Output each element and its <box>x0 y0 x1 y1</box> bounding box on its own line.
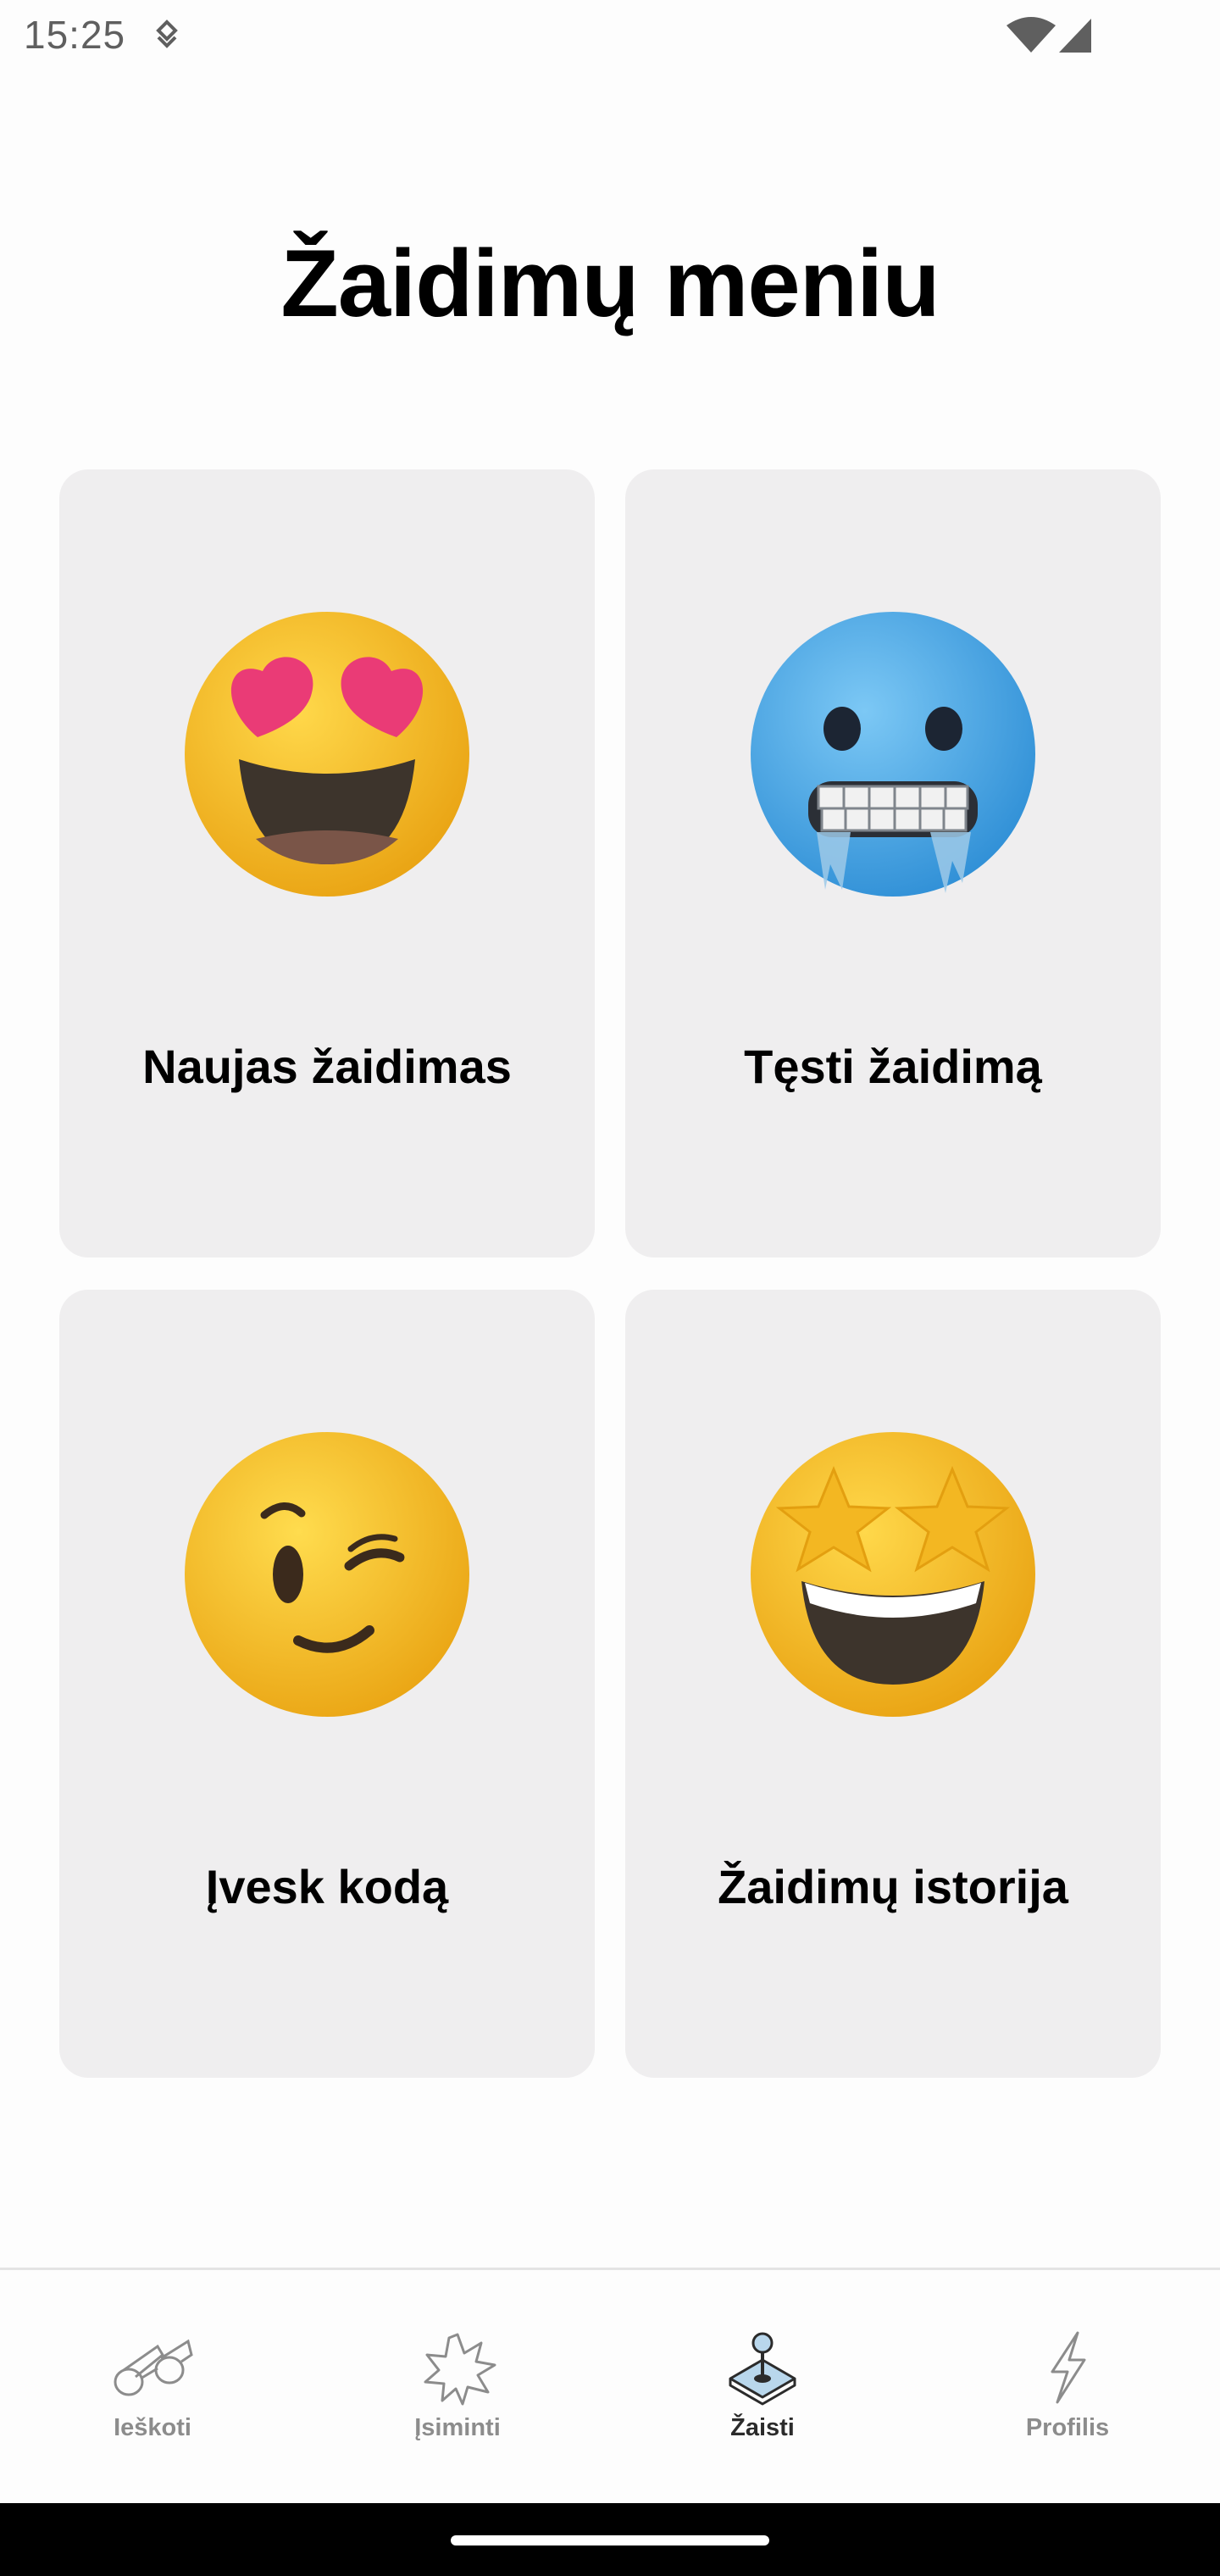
binoculars-icon <box>114 2339 193 2396</box>
winking-face-emoji-icon <box>185 1432 469 1717</box>
nav-label-play: Žaisti <box>730 2414 795 2441</box>
joystick-icon <box>729 2332 796 2406</box>
nav-label-remember: Įsiminti <box>414 2414 501 2441</box>
card-label-game-history: Žaidimų istorija <box>718 1860 1068 1913</box>
star-struck-emoji-icon <box>751 1432 1035 1717</box>
continue-game-card[interactable]: Tęsti žaidimą <box>625 469 1161 1257</box>
home-indicator[interactable] <box>451 2535 769 2545</box>
nav-item-remember[interactable]: Įsiminti <box>305 2270 610 2506</box>
heart-eyes-emoji-icon <box>185 612 469 897</box>
card-label-continue-game: Tęsti žaidimą <box>744 1040 1042 1093</box>
cold-face-emoji-icon <box>751 612 1035 897</box>
signal-icon <box>1059 19 1091 53</box>
nav-label-profile: Profilis <box>1025 2414 1110 2441</box>
page-title: Žaidimų meniu <box>280 230 940 336</box>
status-bar: 15:25 <box>0 0 1220 71</box>
nav-label-search: Ieškoti <box>114 2414 191 2441</box>
new-game-card[interactable]: Naujas žaidimas <box>59 469 595 1257</box>
nav-item-search[interactable]: Ieškoti <box>0 2270 305 2506</box>
nav-item-play[interactable]: Žaisti <box>610 2270 915 2506</box>
lightning-icon <box>1051 2331 1086 2404</box>
starburst-icon <box>424 2333 496 2406</box>
bottom-navigation: Ieškoti Įsiminti Žaisti Profilis <box>0 2268 1220 2503</box>
system-navigation-bar <box>0 2503 1220 2576</box>
card-label-enter-code: Įvesk kodą <box>205 1860 449 1913</box>
nav-item-profile[interactable]: Profilis <box>915 2270 1220 2506</box>
wifi-icon <box>1006 17 1056 53</box>
status-time: 15:25 <box>24 13 126 57</box>
card-label-new-game: Naujas žaidimas <box>142 1040 512 1093</box>
game-history-card[interactable]: Žaidimų istorija <box>625 1290 1161 2078</box>
enter-code-card[interactable]: Įvesk kodą <box>59 1290 595 2078</box>
notification-icon <box>156 19 178 48</box>
